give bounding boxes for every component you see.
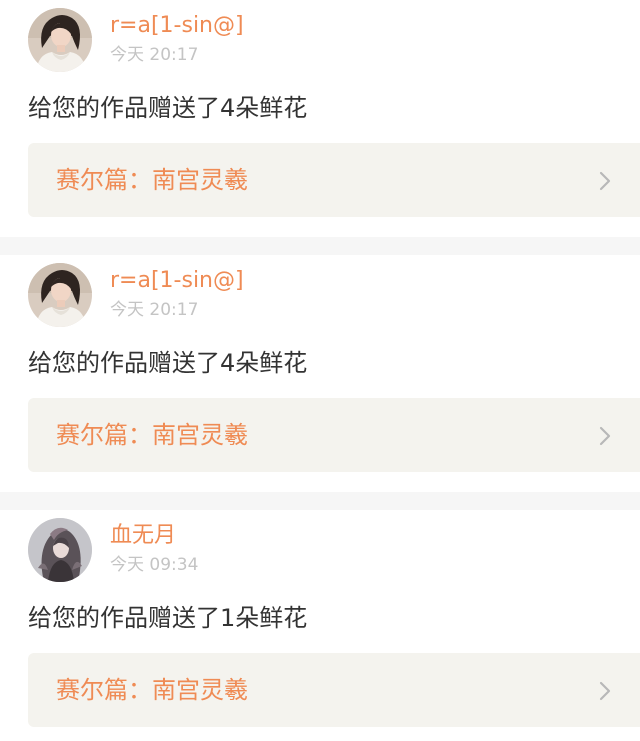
work-link[interactable]: 赛尔篇：南宫灵羲 bbox=[28, 398, 640, 472]
notification-message: 给您的作品赠送了1朵鲜花 bbox=[28, 604, 308, 632]
notification-message: 给您的作品赠送了4朵鲜花 bbox=[28, 94, 308, 122]
notification-message: 给您的作品赠送了4朵鲜花 bbox=[28, 349, 308, 377]
woman-portrait-avatar bbox=[28, 263, 92, 327]
work-link[interactable]: 赛尔篇：南宫灵羲 bbox=[28, 143, 640, 217]
card-divider bbox=[0, 237, 640, 255]
notification-card: 血无月 今天 09:34 给您的作品赠送了1朵鲜花 赛尔篇：南宫灵羲 bbox=[0, 510, 640, 727]
timestamp: 今天 20:17 bbox=[110, 45, 199, 65]
avatar[interactable] bbox=[28, 263, 92, 327]
timestamp: 今天 09:34 bbox=[110, 555, 199, 575]
notification-card: r=a[1-sin@] 今天 20:17 给您的作品赠送了4朵鲜花 赛尔篇：南宫… bbox=[0, 255, 640, 492]
notification-feed: r=a[1-sin@] 今天 20:17 给您的作品赠送了4朵鲜花 赛尔篇：南宫… bbox=[0, 0, 640, 727]
work-link[interactable]: 赛尔篇：南宫灵羲 bbox=[28, 653, 640, 727]
timestamp: 今天 20:17 bbox=[110, 300, 199, 320]
work-title: 赛尔篇：南宫灵羲 bbox=[56, 676, 248, 704]
chevron-right-icon bbox=[599, 681, 611, 701]
username[interactable]: 血无月 bbox=[110, 522, 176, 550]
work-title: 赛尔篇：南宫灵羲 bbox=[56, 166, 248, 194]
avatar[interactable] bbox=[28, 8, 92, 72]
chevron-right-icon bbox=[599, 426, 611, 446]
notification-card: r=a[1-sin@] 今天 20:17 给您的作品赠送了4朵鲜花 赛尔篇：南宫… bbox=[0, 0, 640, 237]
chevron-right-icon bbox=[599, 171, 611, 191]
card-divider bbox=[0, 492, 640, 510]
avatar[interactable] bbox=[28, 518, 92, 582]
woman-portrait-avatar bbox=[28, 8, 92, 72]
username[interactable]: r=a[1-sin@] bbox=[110, 267, 244, 295]
username[interactable]: r=a[1-sin@] bbox=[110, 12, 244, 40]
anime-character-avatar bbox=[28, 518, 92, 582]
work-title: 赛尔篇：南宫灵羲 bbox=[56, 421, 248, 449]
